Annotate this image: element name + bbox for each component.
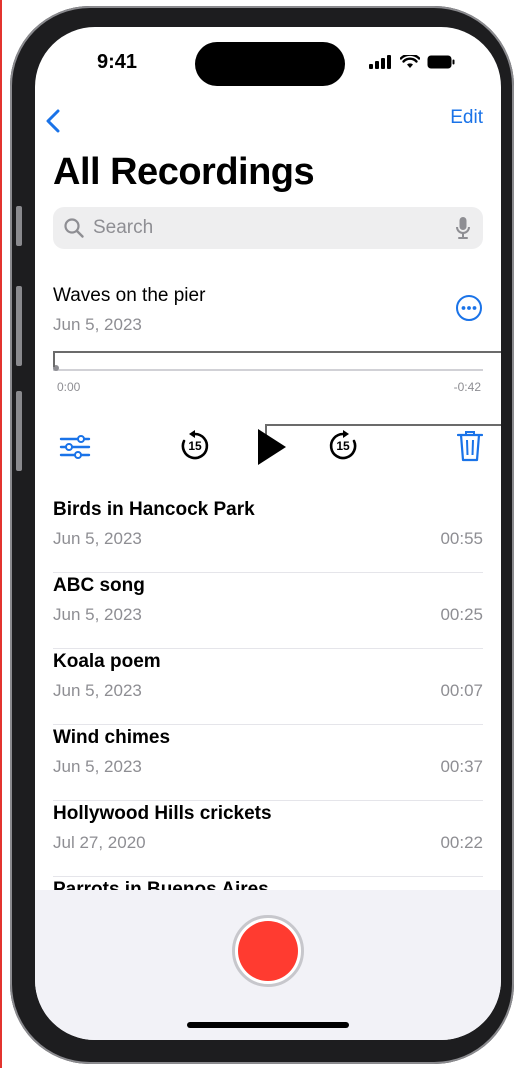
recording-duration: 00:25 [440, 605, 483, 624]
recording-row[interactable]: Wind chimes Jun 5, 2023 00:37 [53, 725, 483, 801]
recording-date: Jun 5, 2023 [53, 605, 142, 624]
recording-date: Jun 5, 2023 [53, 757, 142, 776]
battery-icon [427, 55, 455, 69]
recording-name: Hollywood Hills crickets [53, 803, 272, 824]
record-button-inner [238, 921, 298, 981]
volume-up-button [16, 286, 22, 366]
recording-row[interactable]: ABC song Jun 5, 2023 00:25 [53, 573, 483, 649]
recording-name: Birds in Hancock Park [53, 499, 255, 520]
current-recording-title[interactable]: Waves on the pier [53, 285, 205, 307]
screen: 9:41 Edit All Recordings Search Waves on… [35, 27, 501, 1040]
trash-icon[interactable] [457, 430, 483, 462]
home-indicator[interactable] [187, 1022, 349, 1028]
skip-back-label: 15 [188, 439, 202, 453]
current-recording-date: Jun 5, 2023 [53, 315, 142, 334]
recording-date: Jun 5, 2023 [53, 529, 142, 548]
callout-line-scrubber-vertical [53, 351, 55, 367]
back-chevron-icon[interactable] [41, 105, 65, 137]
dynamic-island [195, 42, 345, 86]
signal-icon [369, 55, 391, 69]
playback-scrubber[interactable] [53, 369, 483, 371]
recording-name: ABC song [53, 575, 145, 596]
recording-duration: 00:55 [440, 529, 483, 548]
more-options-icon[interactable] [455, 294, 483, 322]
wifi-icon [400, 55, 420, 68]
play-icon[interactable] [256, 428, 288, 466]
volume-down-button [16, 391, 22, 471]
record-button[interactable] [232, 915, 304, 987]
edit-button[interactable]: Edit [450, 107, 483, 129]
recording-duration: 00:22 [440, 833, 483, 852]
recording-name: Koala poem [53, 651, 161, 672]
search-input[interactable]: Search [93, 217, 153, 239]
status-icons [369, 55, 455, 69]
skip-back-button[interactable]: 15 [179, 430, 211, 462]
recording-date: Jun 5, 2023 [53, 681, 142, 700]
remaining-time: -0:42 [453, 380, 481, 394]
options-sliders-icon[interactable] [59, 434, 91, 460]
left-edge-marker [0, 0, 2, 1068]
recording-name: Wind chimes [53, 727, 171, 748]
recording-row[interactable]: Hollywood Hills crickets Jul 27, 2020 00… [53, 801, 483, 877]
playback-controls: 15 15 [35, 422, 501, 472]
recordings-list: Birds in Hancock Park Jun 5, 2023 00:55 … [53, 497, 483, 907]
recording-row[interactable]: Birds in Hancock Park Jun 5, 2023 00:55 [53, 497, 483, 573]
mute-switch [16, 206, 22, 246]
search-icon [64, 218, 84, 238]
status-time: 9:41 [97, 51, 138, 73]
search-field[interactable]: Search [53, 207, 483, 249]
skip-forward-button[interactable]: 15 [327, 430, 359, 462]
elapsed-time: 0:00 [57, 380, 81, 394]
skip-forward-label: 15 [336, 439, 350, 453]
recording-duration: 00:37 [440, 757, 483, 776]
callout-line-scrubber [53, 351, 501, 353]
recording-row[interactable]: Koala poem Jun 5, 2023 00:07 [53, 649, 483, 725]
page-title: All Recordings [53, 151, 315, 193]
recording-date: Jul 27, 2020 [53, 833, 146, 852]
microphone-icon[interactable] [455, 216, 471, 240]
recording-duration: 00:07 [440, 681, 483, 700]
